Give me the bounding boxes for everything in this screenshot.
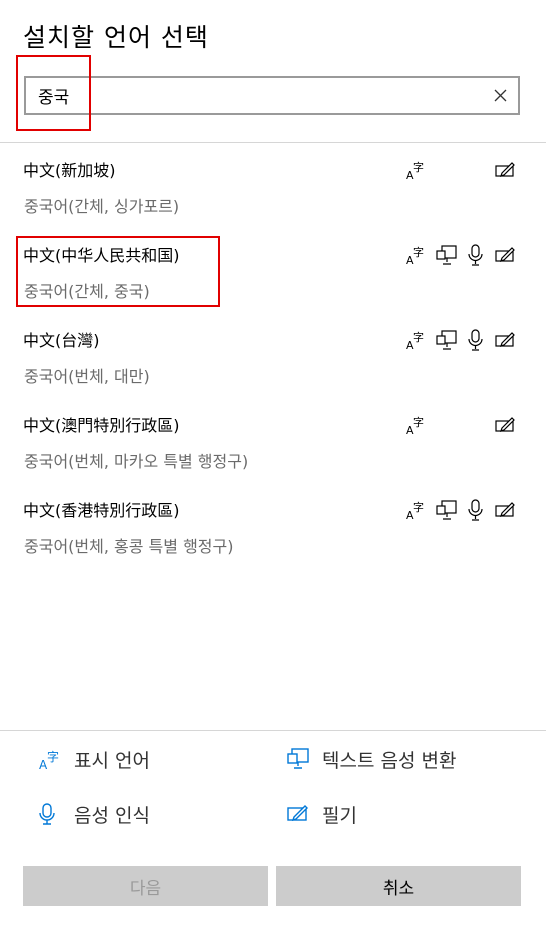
language-name: 中文(新加坡): [23, 161, 116, 180]
top-divider: [0, 142, 546, 143]
microphone-icon: [465, 329, 487, 351]
microphone-icon: [465, 244, 487, 266]
display-language-icon: A字: [406, 244, 428, 266]
language-list-item[interactable]: 中文(香港特別行政區) 중국어(번체, 홍콩 특별 행정구) A 字: [0, 497, 546, 577]
microphone-icon: [35, 802, 59, 826]
language-list-item[interactable]: 中文(中华人民共和国) 중국어(간체, 중국) A 字: [0, 242, 546, 322]
handwriting-icon: [495, 329, 517, 351]
handwriting-icon: [286, 802, 310, 826]
display-language-icon: A字: [406, 499, 428, 521]
language-name: 中文(香港特別行政區): [23, 501, 180, 520]
legend-display-language: 표시 언어: [74, 750, 150, 772]
svg-text:字: 字: [47, 749, 59, 764]
microphone-icon: [465, 499, 487, 521]
svg-text:字: 字: [413, 245, 424, 259]
display-language-icon: A字: [406, 329, 428, 351]
search-box[interactable]: [24, 76, 520, 115]
handwriting-icon: [495, 499, 517, 521]
text-to-speech-icon: [436, 329, 458, 351]
language-subtitle: 중국어(번체, 마카오 특별 행정구): [24, 452, 249, 471]
svg-text:字: 字: [413, 500, 424, 514]
bottom-divider: [0, 730, 546, 731]
language-name: 中文(台灣): [23, 331, 100, 350]
page-title: 설치할 언어 선택: [23, 23, 209, 52]
language-name: 中文(澳門特別行政區): [23, 416, 180, 435]
svg-text:字: 字: [413, 415, 424, 429]
handwriting-icon: [495, 159, 517, 181]
handwriting-icon: [495, 244, 517, 266]
language-subtitle: 중국어(번체, 홍콩 특별 행정구): [24, 537, 234, 556]
svg-text:字: 字: [413, 330, 424, 344]
svg-text:字: 字: [413, 160, 424, 174]
legend-text-to-speech: 텍스트 음성 변환: [322, 750, 457, 772]
language-subtitle: 중국어(간체, 중국): [24, 282, 150, 301]
next-button[interactable]: 다음: [23, 866, 268, 906]
cancel-button[interactable]: 취소: [276, 866, 521, 906]
language-list-item[interactable]: 中文(澳門特別行政區) 중국어(번체, 마카오 특별 행정구) A 字: [0, 412, 546, 492]
text-to-speech-icon: [286, 747, 310, 771]
legend-handwriting: 필기: [322, 805, 357, 827]
text-to-speech-icon: [436, 244, 458, 266]
display-language-icon: A字: [406, 414, 428, 436]
display-language-icon: A字: [38, 747, 62, 771]
language-list-item[interactable]: 中文(新加坡) 중국어(간체, 싱가포르) A 字: [0, 157, 546, 237]
language-list-item[interactable]: 中文(台灣) 중국어(번체, 대만) A 字: [0, 327, 546, 407]
display-language-icon: A字: [406, 159, 428, 181]
search-input[interactable]: [38, 78, 478, 113]
close-icon: [494, 89, 507, 102]
legend-speech-recognition: 음성 인식: [74, 805, 150, 827]
language-subtitle: 중국어(번체, 대만): [24, 367, 150, 386]
clear-search-button[interactable]: [492, 87, 509, 104]
handwriting-icon: [495, 414, 517, 436]
text-to-speech-icon: [436, 499, 458, 521]
language-subtitle: 중국어(간체, 싱가포르): [24, 197, 180, 216]
language-name: 中文(中华人民共和国): [23, 246, 180, 265]
